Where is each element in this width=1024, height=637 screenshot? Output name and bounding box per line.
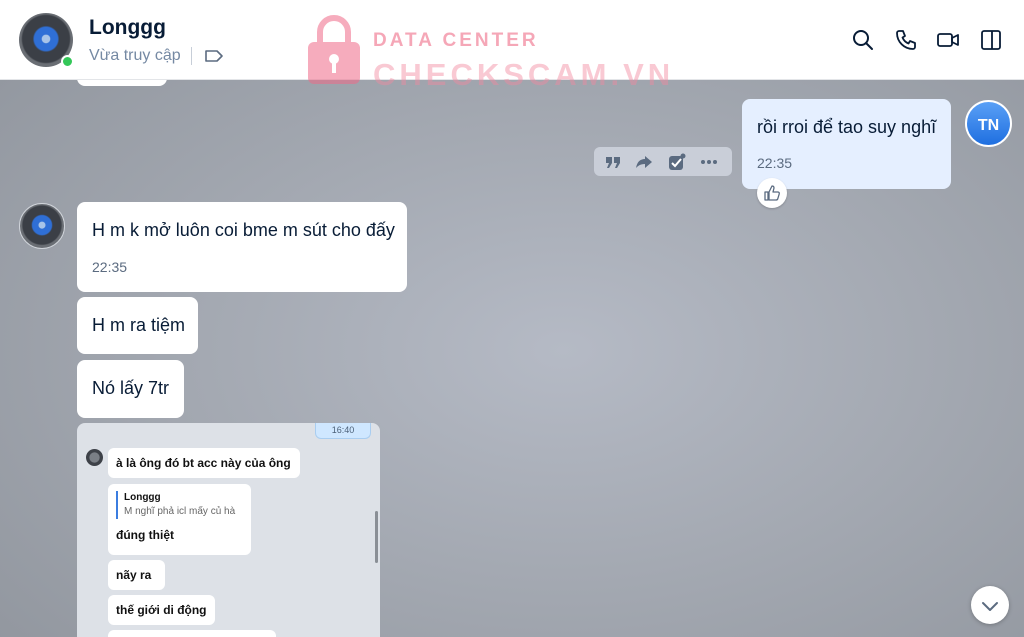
screenshot-message: thế giới di động xyxy=(108,595,215,625)
video-call-icon[interactable] xyxy=(936,28,960,52)
screenshot-message: à là ông đó bt acc này của ông xyxy=(108,448,300,478)
message-text: rồi rroi để tao suy nghĩ xyxy=(757,117,937,137)
quote-text: M nghĩ phả icl mấy củ hà xyxy=(124,506,236,517)
screenshot-quote-message: Longgg M nghĩ phả icl mấy củ hà đúng thi… xyxy=(108,484,251,555)
contact-status: Vừa truy cập xyxy=(89,47,181,64)
scroll-to-bottom-button[interactable] xyxy=(971,586,1009,624)
chevron-down-icon xyxy=(982,602,998,611)
online-status-dot xyxy=(61,55,74,68)
more-options-icon[interactable] xyxy=(700,153,718,171)
screenshot-message-text: nãy ra xyxy=(116,568,152,582)
contact-message-avatar[interactable] xyxy=(19,203,65,249)
quote-reply-text: đúng thiệt xyxy=(116,528,174,542)
tag-icon[interactable] xyxy=(204,48,224,64)
screenshot-message-partial xyxy=(108,630,276,637)
select-check-icon[interactable] xyxy=(668,153,686,171)
received-message-bubble[interactable]: Nó lấy 7tr xyxy=(77,360,184,418)
message-text: Nó lấy 7tr xyxy=(92,378,170,398)
received-message-bubble[interactable]: H m ra tiệm xyxy=(77,297,198,354)
sent-message-bubble[interactable]: rồi rroi để tao suy nghĩ 22:35 xyxy=(742,99,951,189)
message-time: 22:35 xyxy=(92,259,128,275)
quote-author: Longgg xyxy=(124,492,161,503)
thumbs-up-icon xyxy=(764,185,780,201)
image-message[interactable]: 16:40 à là ông đó bt acc này của ông Lon… xyxy=(77,423,380,637)
watermark-lock-icon xyxy=(308,15,360,84)
status-divider xyxy=(191,47,192,65)
screenshot-message-text: à là ông đó bt acc này của ông xyxy=(116,456,291,470)
message-text: H m k mở luôn coi bme m sút cho đấy xyxy=(92,220,395,240)
received-message-bubble[interactable]: H m k mở luôn coi bme m sút cho đấy 22:3… xyxy=(77,202,407,292)
screenshot-message: nãy ra xyxy=(108,560,165,590)
message-actions-bar xyxy=(594,147,732,176)
phone-icon[interactable] xyxy=(894,28,918,52)
screenshot-message-text: thế giới di động xyxy=(116,603,207,617)
reaction-button[interactable] xyxy=(757,178,787,208)
forward-icon[interactable] xyxy=(635,153,653,171)
message-text: H m ra tiệm xyxy=(92,315,186,335)
watermark-site: CHECKSCAM.VN xyxy=(373,57,675,92)
quote-icon[interactable] xyxy=(604,153,622,171)
watermark-title: DATA CENTER xyxy=(373,30,539,51)
search-icon[interactable] xyxy=(851,28,875,52)
screenshot-avatar xyxy=(86,449,103,466)
contact-name[interactable]: Longgg xyxy=(89,16,166,40)
screenshot-scrollbar xyxy=(375,511,378,563)
screenshot-timestamp: 16:40 xyxy=(315,423,371,439)
sidebar-toggle-icon[interactable] xyxy=(979,28,1003,52)
message-time: 22:35 xyxy=(757,155,793,171)
self-avatar[interactable]: TN xyxy=(965,100,1012,147)
quote-bar xyxy=(116,491,118,519)
